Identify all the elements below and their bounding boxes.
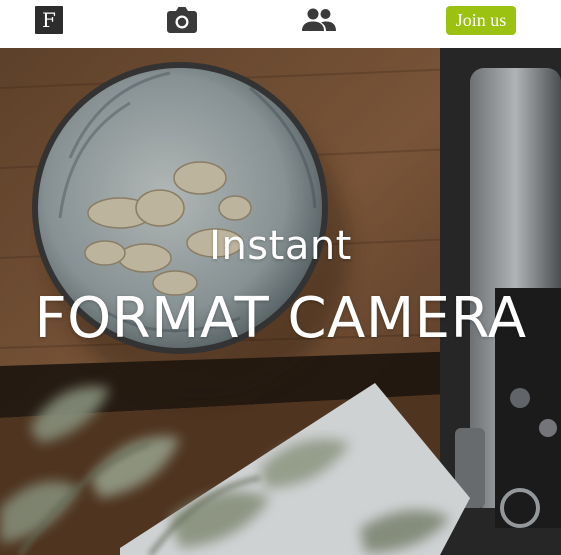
- hero-title: FORMAT CAMERA: [34, 286, 527, 351]
- community-nav-button[interactable]: [301, 0, 337, 40]
- join-us-nav: Join us: [443, 0, 519, 40]
- logo-link[interactable]: F: [35, 0, 63, 40]
- top-navigation: F Join us: [0, 0, 561, 48]
- camera-nav-button[interactable]: [166, 0, 198, 40]
- join-us-button[interactable]: Join us: [445, 5, 517, 35]
- hero-subtitle: Instant: [209, 223, 352, 269]
- camera-icon: [167, 7, 197, 33]
- hero-banner: Instant FORMAT CAMERA: [0, 48, 561, 555]
- people-icon: [302, 8, 336, 31]
- logo-icon: F: [35, 6, 63, 34]
